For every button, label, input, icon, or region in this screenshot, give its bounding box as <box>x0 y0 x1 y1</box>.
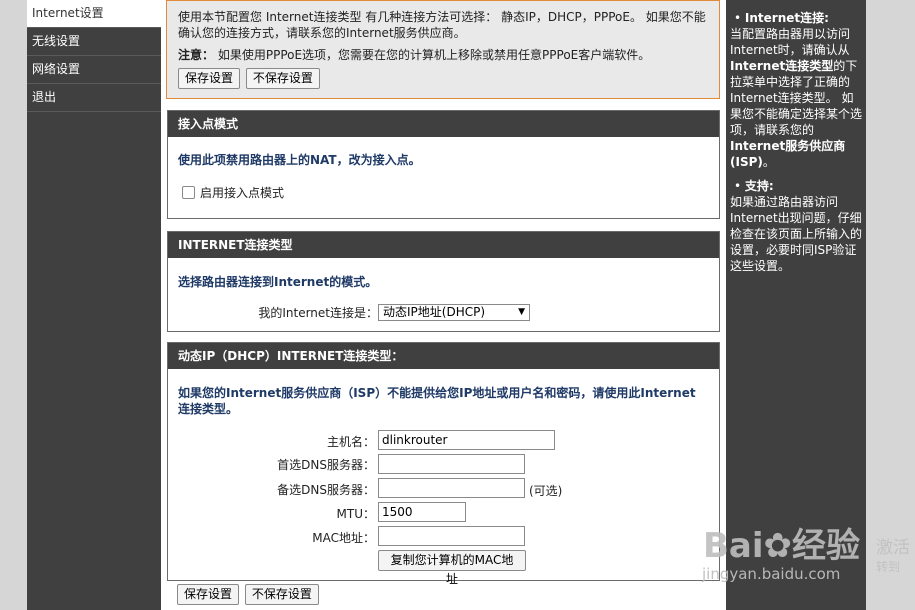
watermark-brand: Bai✿经验 <box>703 526 861 566</box>
enable-access-point-label: 启用接入点模式 <box>200 186 285 200</box>
paw-icon: ✿ <box>763 526 793 566</box>
intro-text: 使用本节配置您 Internet连接类型 有几种连接方法可选择： 静态IP，DH… <box>178 10 706 40</box>
help-text-support: 如果通过路由器访问Internet出现问题，仔细检查在该页面上所输入的设置，必要… <box>730 195 863 273</box>
note-line: 注意： 如果使用PPPoE选项，您需要在您的计算机上移除或禁用任意PPPoE客户… <box>178 47 708 63</box>
help-internet-connection: • Internet连接: 当配置路由器用以访问Internet时，请确认从In… <box>730 10 862 170</box>
dhcp-section: 动态IP（DHCP）INTERNET连接类型： 如果您的Internet服务供应… <box>167 342 720 586</box>
bottom-button-row: 保存设置 不保存设置 <box>177 584 321 605</box>
secondary-dns-label: 备选DNS服务器： <box>277 483 375 497</box>
nav-item-wireless-settings[interactable]: 无线设置 <box>27 28 161 56</box>
notice-button-row: 保存设置 不保存设置 <box>178 68 708 89</box>
note-text: 如果使用PPPoE选项，您需要在您的计算机上移除或禁用任意PPPoE客户端软件。 <box>217 48 651 62</box>
watermark-url: jingyan.baidu.com <box>702 565 841 583</box>
note-label: 注意： <box>178 48 215 62</box>
primary-dns-input[interactable] <box>378 454 525 474</box>
dhcp-title: 动态IP（DHCP）INTERNET连接类型： <box>168 343 719 369</box>
help-heading-support: 支持: <box>744 179 774 193</box>
watermark-side-1: 激活 <box>876 538 910 558</box>
connection-type-select[interactable]: 动态IP地址(DHCP) ▼ <box>378 304 530 321</box>
bottom-save-settings-button[interactable]: 保存设置 <box>177 584 240 605</box>
connection-type-title: INTERNET连接类型 <box>168 232 719 258</box>
hostname-input[interactable]: dlinkrouter <box>378 430 555 450</box>
access-point-checkbox-row: 启用接入点模式 <box>168 184 719 201</box>
help-support: • 支持: 如果通过路由器访问Internet出现问题，仔细检查在该页面上所输入… <box>730 178 862 274</box>
nav-item-internet-settings[interactable]: Internet设置 <box>27 0 161 28</box>
dont-save-settings-button[interactable]: 不保存设置 <box>245 68 320 89</box>
bottom-dont-save-settings-button[interactable]: 不保存设置 <box>244 584 319 605</box>
mtu-label: MTU： <box>336 507 375 521</box>
connection-type-section: INTERNET连接类型 选择路由器连接到Internet的模式。 我的Inte… <box>167 231 720 332</box>
optional-hint: (可选) <box>529 484 563 498</box>
intro-notice: 使用本节配置您 Internet连接类型 有几种连接方法可选择： 静态IP，DH… <box>166 0 720 99</box>
dropdown-arrow-icon: ▼ <box>518 307 525 317</box>
mac-label: MAC地址： <box>312 531 375 545</box>
nav-item-network-settings[interactable]: 网络设置 <box>27 56 161 84</box>
nav-item-logout[interactable]: 退出 <box>27 84 161 112</box>
connection-type-selected: 动态IP地址(DHCP) <box>383 305 486 319</box>
help-heading-internet: Internet连接: <box>744 11 829 25</box>
hostname-label: 主机名： <box>326 435 375 449</box>
mac-input[interactable] <box>378 526 525 546</box>
bullet-icon: • <box>734 179 742 193</box>
enable-access-point-checkbox[interactable] <box>182 186 195 199</box>
access-point-section: 接入点模式 使用此项禁用路由器上的NAT，改为接入点。 启用接入点模式 <box>167 110 720 219</box>
connection-type-desc: 选择路由器连接到Internet的模式。 <box>178 275 378 289</box>
mtu-input[interactable]: 1500 <box>378 502 466 522</box>
left-nav: Internet设置 无线设置 网络设置 退出 <box>27 0 161 610</box>
clone-mac-button[interactable]: 复制您计算机的MAC地址 <box>378 550 526 586</box>
save-settings-button[interactable]: 保存设置 <box>178 68 241 89</box>
bullet-icon: • <box>734 11 742 25</box>
access-point-title: 接入点模式 <box>168 111 719 137</box>
access-point-desc: 使用此项禁用路由器上的NAT，改为接入点。 <box>178 153 421 167</box>
help-text-internet: 当配置路由器用以访问Internet时，请确认从Internet连接类型的下拉菜… <box>730 27 863 169</box>
primary-dns-label: 首选DNS服务器： <box>277 458 375 472</box>
connection-type-label: 我的Internet连接是： <box>258 306 378 320</box>
dhcp-desc: 如果您的Internet服务供应商（ISP）不能提供给您IP地址或用户名和密码，… <box>178 386 696 416</box>
watermark-side-2: 转到 <box>876 560 901 574</box>
secondary-dns-input[interactable] <box>378 478 525 498</box>
